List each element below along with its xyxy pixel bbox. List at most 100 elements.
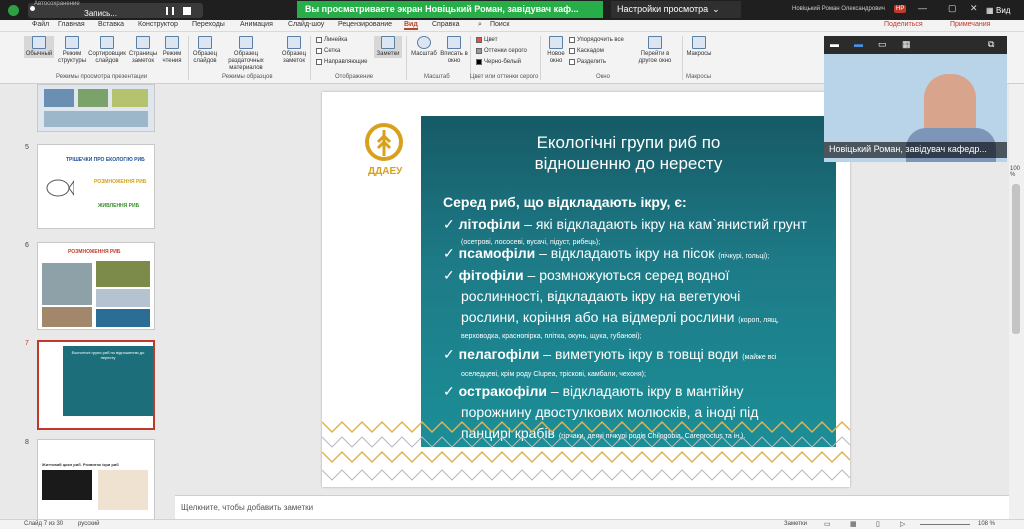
- participant-video[interactable]: ▬ ▬ ▭ ▦ ⧉ Новіцький Роман, завідувач каф…: [824, 36, 1007, 162]
- pause-icon[interactable]: [166, 7, 174, 15]
- notes-icon: [381, 36, 395, 49]
- normal-view-button[interactable]: Обычный: [24, 36, 54, 58]
- group-label: Окно: [596, 74, 610, 80]
- color-option[interactable]: Цвет: [476, 37, 497, 43]
- gallery-view-icon[interactable]: ▦: [902, 39, 911, 50]
- slide-thumbnail[interactable]: [37, 84, 155, 132]
- recording-label: Запись...: [84, 9, 117, 18]
- split-button[interactable]: Разделить: [569, 59, 606, 65]
- expand-icon[interactable]: ⧉: [988, 39, 994, 50]
- slide-title: Екологічні групи риб по відношенню до не…: [534, 133, 723, 173]
- video-toolbar: ▬ ▬ ▭ ▦ ⧉: [824, 36, 1007, 54]
- new-window-icon: [549, 36, 563, 49]
- scrollbar-thumb[interactable]: [1012, 184, 1020, 334]
- reading-view-icon[interactable]: ▯: [876, 520, 880, 528]
- notes-master-icon: [287, 36, 301, 49]
- list-item: ✓ літофіли – які відкладають ікру на кам…: [443, 216, 807, 232]
- zoom-slider[interactable]: [920, 524, 970, 525]
- search-icon[interactable]: ⌕: [478, 21, 482, 29]
- arrange-all-button[interactable]: Упорядочить все: [569, 37, 624, 43]
- tab-slideshow[interactable]: Слайд-шоу: [288, 21, 324, 28]
- fish-photo: [42, 263, 92, 305]
- tab-search[interactable]: Поиск: [490, 21, 509, 28]
- list-line: рослини, коріння або на відмерлі рослини…: [461, 309, 779, 325]
- notes-toggle[interactable]: Заметки: [784, 521, 807, 527]
- macros-icon: [692, 36, 706, 49]
- tab-home[interactable]: Главная: [58, 21, 85, 28]
- thumb-title: Життєвий цикл риб. Розвиток ікри риб: [42, 462, 119, 467]
- handout-master-button[interactable]: Образец раздаточных материалов: [222, 36, 270, 72]
- switch-window-icon: [648, 36, 662, 49]
- slide-thumbnail[interactable]: ТРІШЕЧКИ ПРО ЕКОЛОГІЮ РИБ РОЗМНОЖЕННЯ РИ…: [37, 144, 155, 229]
- grayscale-option[interactable]: Оттенки серого: [476, 48, 527, 54]
- shield-icon: [8, 5, 19, 16]
- slide-sorter-button[interactable]: Сортировщик слайдов: [88, 36, 126, 65]
- new-window-button[interactable]: Новое окно: [544, 36, 568, 65]
- reading-view-button[interactable]: Режим чтения: [159, 36, 185, 65]
- fish-photo: [112, 89, 148, 107]
- minimize-icon[interactable]: —: [918, 3, 927, 13]
- tab-insert[interactable]: Вставка: [98, 21, 124, 28]
- slideshow-icon[interactable]: ▷: [900, 520, 905, 528]
- thumb-panel: Екологічні групи риб по відношенню до не…: [63, 346, 153, 416]
- list-note: верховодка, краснопірка, плітка, окунь, …: [461, 333, 642, 340]
- slide-canvas[interactable]: ДДАЕУ Екологічні групи риб по відношенню…: [322, 92, 850, 487]
- macros-button[interactable]: Макросы: [686, 36, 712, 58]
- guides-checkbox[interactable]: Направляющие: [316, 59, 368, 65]
- switch-window-button[interactable]: Перейти в другое окно: [634, 36, 676, 65]
- thumbnail-view-icon[interactable]: ▭: [878, 39, 887, 50]
- normal-view-icon[interactable]: ▭: [824, 520, 831, 528]
- notes-pane[interactable]: Щелкните, чтобы добавить заметки: [175, 495, 1009, 519]
- language-indicator[interactable]: русский: [78, 521, 100, 527]
- zoom-button[interactable]: Масштаб: [410, 36, 438, 58]
- grid-checkbox[interactable]: Сетка: [316, 48, 340, 54]
- view-options-label: Настройки просмотра: [617, 4, 709, 14]
- tab-animation[interactable]: Анимация: [240, 21, 273, 28]
- slide-master-icon: [198, 36, 212, 49]
- notes-button[interactable]: Заметки: [374, 36, 402, 58]
- speaker-view-icon[interactable]: ▬: [854, 39, 863, 49]
- zoom-level[interactable]: 108 %: [978, 521, 995, 527]
- group-label: Макросы: [686, 74, 712, 80]
- slide-counter: Слайд 7 из 30: [24, 521, 64, 527]
- group-label: Масштаб: [424, 74, 450, 80]
- tab-view[interactable]: Вид: [404, 21, 418, 30]
- comments-button[interactable]: Примечания: [950, 21, 990, 28]
- view-label[interactable]: Вид: [996, 6, 1010, 15]
- maximize-icon[interactable]: ▢: [948, 3, 957, 14]
- notes-page-button[interactable]: Страницы заметок: [128, 36, 158, 65]
- group-label: Цвет или оттенки серого: [470, 74, 539, 80]
- slide-master-button[interactable]: Образец слайдов: [190, 36, 220, 65]
- grid-view-icon[interactable]: ▦: [986, 6, 994, 15]
- black-white-option[interactable]: Черно-белый: [476, 59, 521, 65]
- divider: [406, 36, 407, 80]
- tab-review[interactable]: Рецензирование: [338, 21, 392, 28]
- tab-design[interactable]: Конструктор: [138, 21, 178, 28]
- cascade-button[interactable]: Каскадом: [569, 48, 604, 54]
- slide-thumbnail[interactable]: Життєвий цикл риб. Розвиток ікри риб: [37, 439, 155, 524]
- group-label: Режимы образцов: [222, 74, 273, 80]
- share-button[interactable]: Поделиться: [884, 21, 923, 28]
- view-options-button[interactable]: Настройки просмотра ⌄: [611, 1, 741, 18]
- stop-icon[interactable]: [183, 7, 191, 15]
- screen-share-banner: Вы просматриваете экран Новіцький Роман,…: [297, 1, 603, 18]
- recording-bar: Автосохранение Запись...: [28, 1, 203, 18]
- tab-file[interactable]: Файл: [32, 21, 49, 28]
- slide-thumbnail[interactable]: РОЗМНОЖЕННЯ РИБ: [37, 242, 155, 330]
- close-icon[interactable]: ✕: [970, 3, 978, 14]
- ruler-checkbox[interactable]: Линейка: [316, 37, 347, 43]
- fish-drawing-icon: [46, 179, 74, 197]
- list-item: ✓ пелагофіли – виметують ікру в товщі во…: [443, 346, 777, 362]
- fish-photo: [96, 289, 150, 307]
- logo-text: ДДАЕУ: [368, 166, 403, 177]
- tab-transitions[interactable]: Переходы: [192, 21, 225, 28]
- sorter-view-icon[interactable]: ▦: [850, 520, 857, 528]
- outline-view-button[interactable]: Режим структуры: [58, 36, 86, 65]
- vertical-scrollbar[interactable]: 100 %: [1009, 84, 1024, 519]
- thumb-title: Екологічні групи риб по відношенню до не…: [71, 350, 145, 360]
- minimize-video-icon[interactable]: ▬: [830, 39, 839, 49]
- slide-thumbnail-selected[interactable]: Екологічні групи риб по відношенню до не…: [37, 340, 155, 430]
- notes-master-button[interactable]: Образец заметок: [280, 36, 308, 65]
- fit-to-window-button[interactable]: Вписать в окно: [440, 36, 468, 65]
- tab-help[interactable]: Справка: [432, 21, 459, 28]
